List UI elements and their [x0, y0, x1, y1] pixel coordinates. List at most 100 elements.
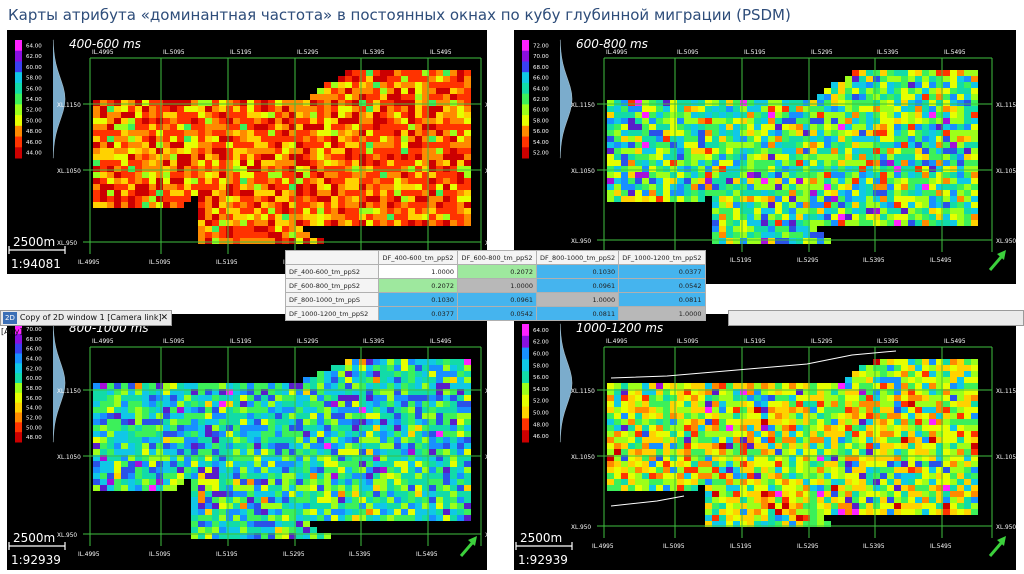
legend-tick-label: 56.00 — [533, 375, 549, 381]
inline-label-bottom: IL.5095 — [663, 544, 685, 550]
legend-tick-label: 62.00 — [533, 340, 549, 346]
legend-tick-label: 54.00 — [533, 140, 549, 146]
legend-tick-label: 56.00 — [26, 396, 42, 402]
inline-label-top: IL.5195 — [230, 339, 252, 345]
crossline-label-right: XL.1150 — [485, 389, 487, 395]
row-header: DF_800-1000_tm_ppS — [285, 292, 379, 307]
close-icon[interactable]: ✕ — [160, 311, 168, 325]
table-row: DF_400-600_tm_ppS2 1.0000 0.2072 0.1030 … — [285, 264, 706, 279]
map-panel-400-600[interactable]: 64.00 62.00 60.00 58.00 56.00 54.00 52.00 50.00… — [7, 30, 487, 274]
crossline-label-right: XL.1150 — [485, 103, 487, 109]
table-cell: 1.0000 — [457, 278, 537, 293]
column-header: DF_1000-1200_tm_ppS2 — [618, 250, 706, 265]
legend-tick-label: 48.00 — [26, 129, 42, 135]
crossline-label-right: XL.950 — [485, 241, 487, 247]
inline-label-top: IL.5395 — [363, 50, 385, 56]
legend-tick-label: 60.00 — [26, 376, 42, 382]
table-row: DF_1000-1200_tm_ppS2 0.0377 0.0542 0.081… — [285, 306, 706, 321]
correlation-table: DF_400-600_tm_ppS2 DF_600-800_tm_ppS2 DF… — [285, 250, 706, 321]
inline-label-top: IL.5095 — [163, 339, 185, 345]
legend-tick-label: 64.00 — [533, 86, 549, 92]
inline-label-top: IL.5495 — [430, 339, 452, 345]
crossline-label-left: XL.1150 — [571, 103, 595, 109]
inline-label-bottom: IL.5195 — [216, 552, 238, 558]
map-canvas: 70.00 68.00 66.00 64.00 62.00 60.00 58.00 56.00… — [8, 321, 487, 567]
inline-label-bottom: IL.5195 — [730, 258, 752, 264]
scale-length: 2500m — [520, 531, 562, 545]
inline-label-bottom: IL.5295 — [283, 552, 305, 558]
north-arrow-icon — [988, 250, 1006, 271]
inline-label-top: IL.5195 — [230, 50, 252, 56]
crossline-label-left: XL.1150 — [57, 389, 81, 395]
inline-label-top: IL.5095 — [163, 50, 185, 56]
survey-outline — [610, 495, 685, 507]
legend-tick-label: 50.00 — [26, 425, 42, 431]
color-legend: 70.00 68.00 66.00 64.00 62.00 60.00 58.00 56.00… — [15, 323, 66, 443]
table-cell: 0.2072 — [378, 278, 458, 293]
map-panel-800-1000[interactable]: 70.00 68.00 66.00 64.00 62.00 60.00 58.00 56.00… — [7, 314, 487, 570]
inline-label-bottom: IL.5495 — [416, 552, 438, 558]
crossline-label-left: XL.1050 — [57, 455, 81, 461]
legend-tick-label: 52.00 — [533, 399, 549, 405]
legend-tick-label: 60.00 — [533, 352, 549, 358]
column-header: DF_800-1000_tm_ppS2 — [535, 250, 620, 265]
scale-bar: 2500m 1:92939 — [515, 531, 573, 567]
inline-label-bottom: IL.5095 — [149, 552, 171, 558]
legend-tick-label: 54.00 — [533, 387, 549, 393]
inline-label-top: IL.5195 — [744, 339, 766, 345]
inline-label-bottom: IL.5495 — [930, 258, 952, 264]
table-cell: 0.2072 — [457, 264, 537, 279]
table-row: DF_800-1000_tm_ppS 0.1030 0.0961 1.0000 … — [285, 292, 706, 307]
crossline-label-right: XL.950 — [996, 239, 1016, 245]
north-arrow-icon — [459, 536, 477, 557]
table-cell: 0.0961 — [457, 292, 537, 307]
crossline-label-left: XL.1150 — [57, 103, 81, 109]
legend-tick-label: 56.00 — [26, 86, 42, 92]
legend-tick-label: 60.00 — [26, 65, 42, 71]
row-header: DF_400-600_tm_ppS2 — [285, 264, 379, 279]
legend-tick-label: 64.00 — [26, 43, 42, 49]
scale-ratio: 1:92939 — [518, 553, 568, 567]
crossline-label-left: XL.1050 — [571, 169, 595, 175]
time-window-label: 600-800 ms — [576, 37, 648, 51]
map-panel-600-800[interactable]: 72.00 70.00 68.00 66.00 64.00 62.00 60.00 58.00… — [514, 30, 1016, 284]
inline-label-top: IL.5295 — [297, 50, 319, 56]
inline-label-bottom: IL.5195 — [216, 260, 238, 266]
inline-label-bottom: IL.5095 — [149, 260, 171, 266]
legend-tick-label: 68.00 — [26, 337, 42, 343]
attribute-map-fill — [93, 70, 471, 244]
crossline-label-right: XL.1050 — [996, 169, 1016, 175]
table-cell: 0.0377 — [618, 264, 706, 279]
crossline-label-left: XL.1050 — [57, 169, 81, 175]
legend-tick-label: 50.00 — [533, 411, 549, 417]
crossline-label-right: XL.1150 — [996, 389, 1016, 395]
crossline-label-left: XL.950 — [571, 239, 591, 245]
legend-tick-label: 58.00 — [26, 386, 42, 392]
inline-label-top: IL.5095 — [677, 50, 699, 56]
legend-tick-label: 72.00 — [533, 43, 549, 49]
inline-label-bottom: IL.5395 — [863, 544, 885, 550]
crossline-label-left: XL.950 — [57, 241, 77, 247]
attribute-map-fill — [607, 359, 978, 527]
scale-ratio: 1:94081 — [11, 257, 61, 271]
attribute-map-fill — [607, 70, 978, 244]
legend-tick-label: 54.00 — [26, 97, 42, 103]
crossline-label-right: XL.950 — [485, 533, 487, 539]
crossline-label-left: XL.950 — [57, 533, 77, 539]
table-cell: 0.1030 — [378, 292, 458, 307]
table-cell: 0.0377 — [378, 306, 458, 321]
legend-tick-label: 58.00 — [26, 76, 42, 82]
inline-label-top: IL.4995 — [606, 50, 628, 56]
color-legend: 64.00 62.00 60.00 58.00 56.00 54.00 52.00 50.00… — [522, 323, 573, 443]
table-cell: 0.0961 — [535, 278, 620, 293]
legend-tick-label: 66.00 — [26, 347, 42, 353]
inline-label-bottom: IL.5195 — [730, 544, 752, 550]
window-title-bar[interactable]: 2D Copy of 2D window 1 [Camera link] [Any… — [0, 310, 172, 336]
legend-tick-label: 54.00 — [26, 406, 42, 412]
table-cell: 0.0542 — [457, 306, 537, 321]
table-cell: 1.0000 — [618, 306, 706, 321]
legend-tick-label: 62.00 — [26, 366, 42, 372]
inline-label-top: IL.5395 — [877, 339, 899, 345]
row-header: DF_600-800_tm_ppS2 — [285, 278, 379, 293]
map-panel-1000-1200[interactable]: 64.00 62.00 60.00 58.00 56.00 54.00 52.00 50.00… — [514, 314, 1016, 570]
